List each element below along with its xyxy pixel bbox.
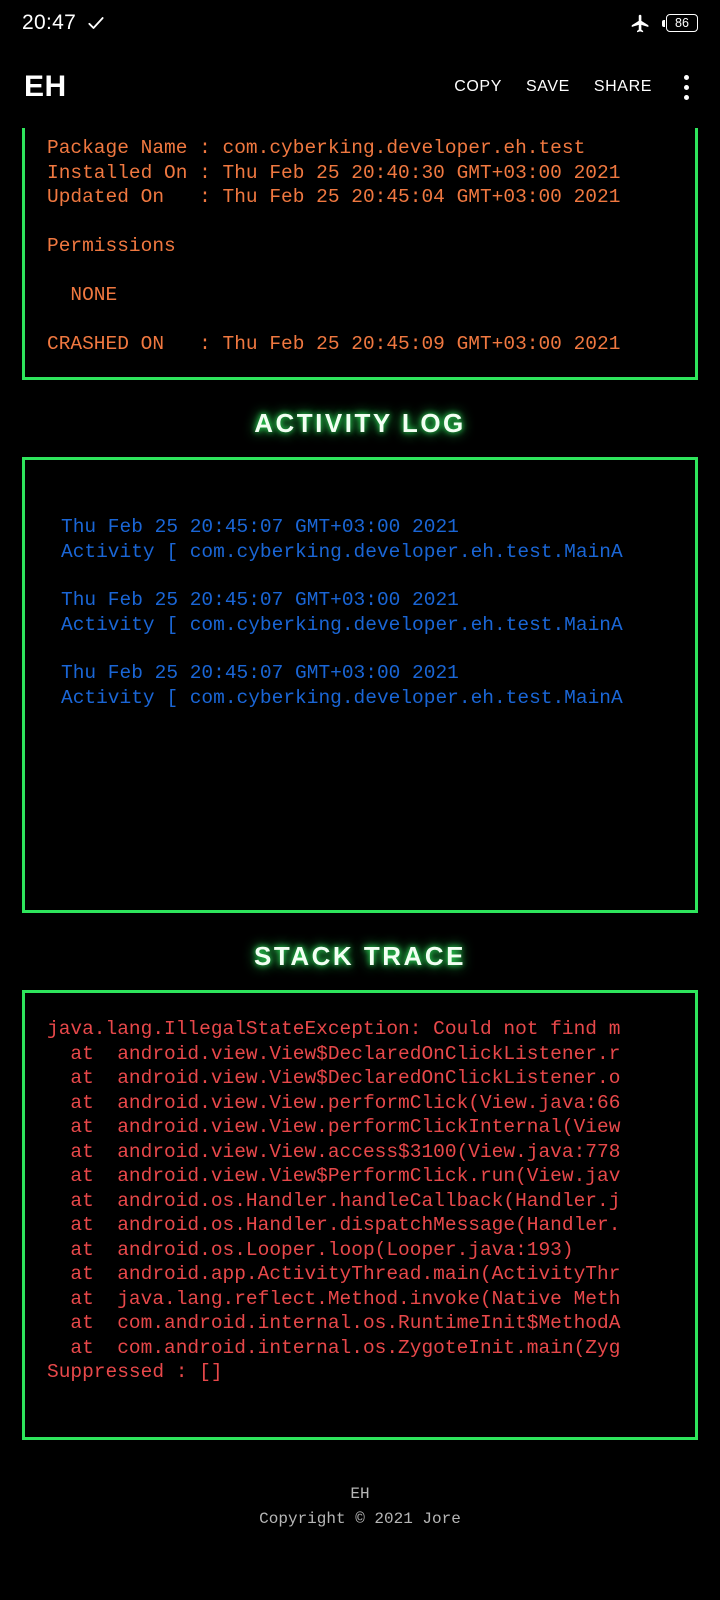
trace-line: at java.lang.reflect.Method.invoke(Nativ… (47, 1287, 621, 1310)
trace-line: at com.android.internal.os.RuntimeInit$M… (47, 1312, 621, 1334)
log-timestamp: Thu Feb 25 20:45:07 GMT+03:00 2021 (61, 516, 459, 538)
status-bar: 20:47 86 (0, 0, 720, 46)
log-detail: Activity [ com.cyberking.developer.eh.te… (61, 686, 623, 709)
trace-line: at android.view.View.performClick(View.j… (47, 1091, 621, 1114)
app-bar-actions: COPY SAVE SHARE (442, 65, 704, 109)
status-bar-left: 20:47 (22, 11, 106, 35)
log-detail: Activity [ com.cyberking.developer.eh.te… (61, 613, 623, 636)
log-timestamp: Thu Feb 25 20:45:07 GMT+03:00 2021 (61, 589, 459, 611)
updated-on-line: Updated On : Thu Feb 25 20:45:04 GMT+03:… (47, 186, 621, 208)
crashed-on-line: CRASHED ON : Thu Feb 25 20:45:09 GMT+03:… (47, 333, 621, 355)
trace-line: at android.os.Looper.loop(Looper.java:19… (47, 1238, 574, 1261)
share-button[interactable]: SHARE (582, 68, 664, 106)
permissions-label: Permissions (47, 235, 176, 257)
trace-line: at android.app.ActivityThread.main(Activ… (47, 1263, 621, 1285)
save-button[interactable]: SAVE (514, 68, 582, 106)
airplane-mode-icon (630, 13, 651, 34)
trace-line: at android.view.View$DeclaredOnClickList… (47, 1067, 621, 1089)
app-bar: EH COPY SAVE SHARE (0, 46, 720, 128)
footer: EH Copyright © 2021 Jore (0, 1482, 720, 1532)
trace-line: at android.view.View.access$3100(View.ja… (47, 1140, 621, 1163)
copy-button[interactable]: COPY (442, 68, 514, 106)
log-detail: Activity [ com.cyberking.developer.eh.te… (61, 540, 623, 563)
installed-on-line: Installed On : Thu Feb 25 20:40:30 GMT+0… (47, 161, 621, 184)
app-title: EH (24, 70, 67, 103)
trace-line: at android.os.Handler.dispatchMessage(Ha… (47, 1214, 621, 1236)
trace-line: at com.android.internal.os.ZygoteInit.ma… (47, 1336, 621, 1359)
list-item: Thu Feb 25 20:45:07 GMT+03:00 2021 Activ… (61, 588, 695, 637)
check-icon (86, 13, 106, 33)
list-item: Thu Feb 25 20:45:07 GMT+03:00 2021 Activ… (61, 661, 695, 710)
footer-copyright: Copyright © 2021 Jore (259, 1510, 461, 1528)
main-content: Package Name : com.cyberking.developer.e… (0, 128, 720, 1532)
footer-app-name: EH (350, 1485, 370, 1503)
stack-trace-panel: java.lang.IllegalStateException: Could n… (22, 990, 698, 1440)
battery-indicator: 86 (662, 14, 698, 32)
status-bar-right: 86 (630, 13, 698, 34)
trace-line: at android.view.View$DeclaredOnClickList… (47, 1042, 621, 1065)
trace-line: at android.os.Handler.handleCallback(Han… (47, 1189, 621, 1212)
overflow-dot (683, 94, 689, 100)
trace-line: at android.view.View.performClickInterna… (47, 1116, 621, 1138)
overflow-menu-icon[interactable] (668, 65, 704, 109)
trace-line: at android.view.View$PerformClick.run(Vi… (47, 1165, 621, 1187)
trace-line: Suppressed : [] (47, 1361, 223, 1383)
overflow-dot (683, 84, 689, 90)
trace-line: java.lang.IllegalStateException: Could n… (47, 1018, 621, 1040)
overflow-dot (683, 74, 689, 80)
battery-nub (662, 19, 665, 27)
package-name-line: Package Name : com.cyberking.developer.e… (47, 137, 586, 159)
activity-log-panel: Thu Feb 25 20:45:07 GMT+03:00 2021 Activ… (22, 457, 698, 913)
status-clock: 20:47 (22, 11, 77, 34)
stack-trace-heading: STACK TRACE (254, 941, 466, 971)
activity-log-heading: ACTIVITY LOG (254, 408, 466, 438)
log-timestamp: Thu Feb 25 20:45:07 GMT+03:00 2021 (61, 662, 459, 684)
battery-level-label: 86 (675, 15, 689, 30)
battery-body: 86 (666, 14, 698, 32)
list-item: Thu Feb 25 20:45:07 GMT+03:00 2021 Activ… (61, 515, 695, 564)
permissions-value: NONE (47, 284, 118, 306)
crash-info-panel: Package Name : com.cyberking.developer.e… (22, 128, 698, 380)
